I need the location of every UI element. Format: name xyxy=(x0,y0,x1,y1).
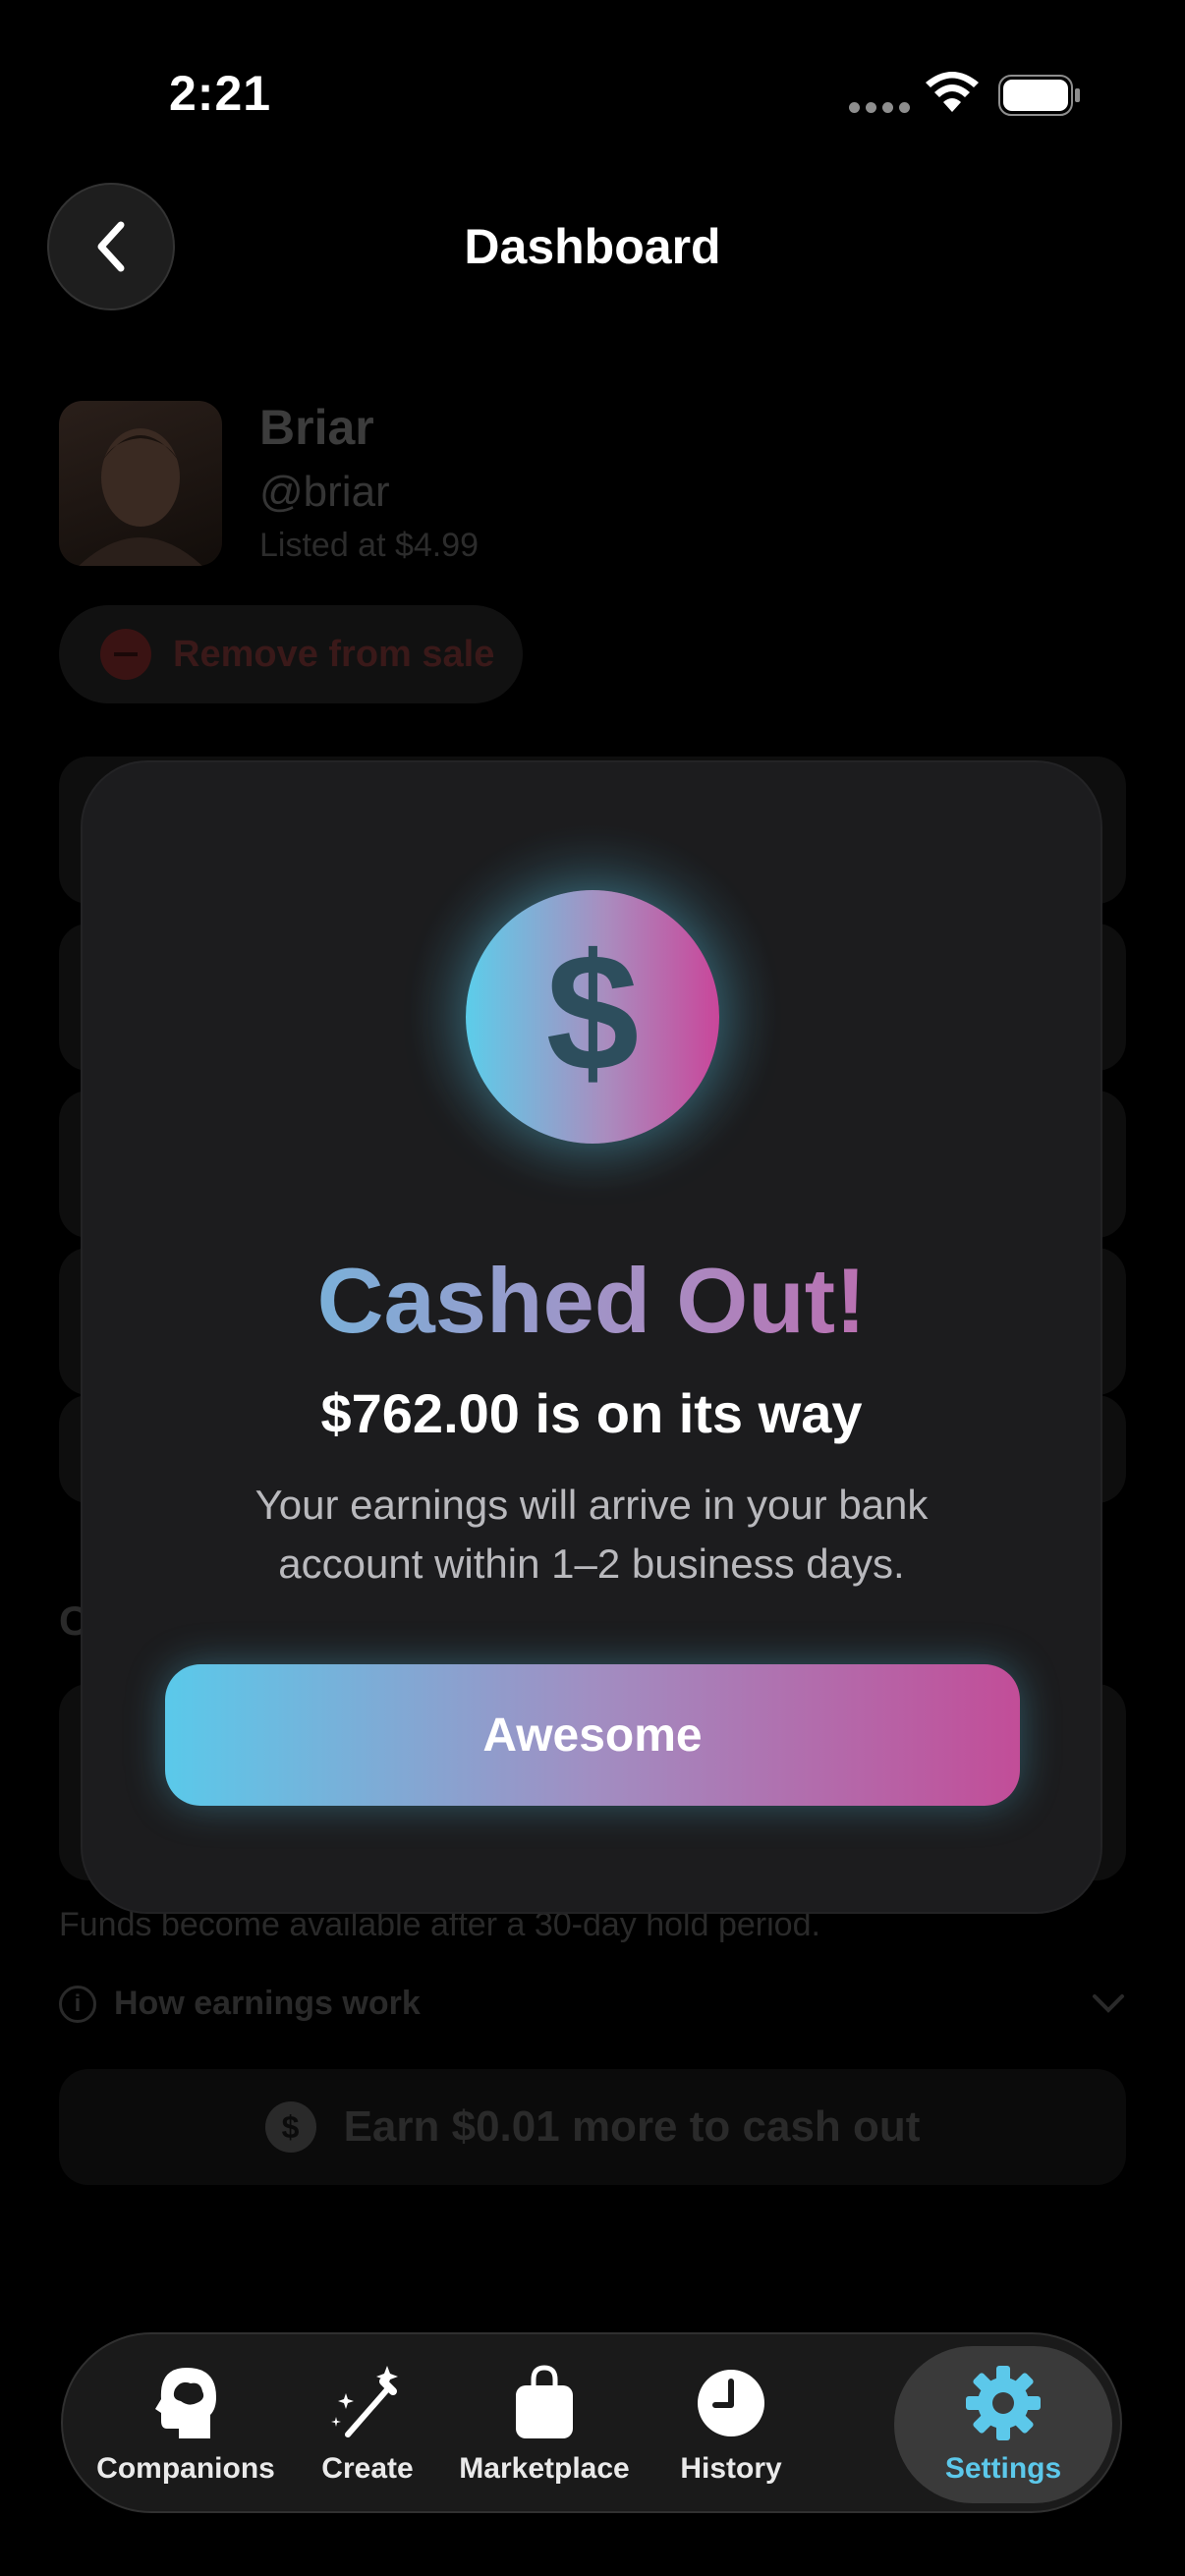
how-earnings-label: How earnings work xyxy=(114,1985,421,2022)
dollar-coin-icon: $ xyxy=(466,890,719,1144)
how-earnings-toggle[interactable]: i How earnings work xyxy=(59,1985,421,2023)
profile-price: Listed at $4.99 xyxy=(259,527,480,564)
tab-bar: Companions Create Marketplace History Se… xyxy=(61,2332,1122,2513)
remove-from-sale-button[interactable]: Remove from sale xyxy=(59,605,523,703)
profile-name: Briar xyxy=(259,400,374,455)
battery-icon xyxy=(998,75,1080,116)
status-time: 2:21 xyxy=(169,66,272,121)
remove-from-sale-label: Remove from sale xyxy=(173,633,495,675)
modal-subtitle: $762.00 is on its way xyxy=(320,1382,863,1444)
gear-icon xyxy=(966,2366,1041,2440)
cellular-signal-icon xyxy=(849,102,910,113)
tab-label: Marketplace xyxy=(459,2452,630,2485)
tab-history[interactable]: History xyxy=(652,2334,810,2515)
info-icon: i xyxy=(59,1985,96,2023)
cash-out-label: Earn $0.01 more to cash out xyxy=(343,2102,921,2151)
tab-companions[interactable]: Companions xyxy=(92,2334,279,2515)
clock-icon xyxy=(698,2370,764,2436)
tab-label: Settings xyxy=(944,2452,1062,2485)
magic-wand-icon xyxy=(331,2366,398,2437)
page-title: Dashboard xyxy=(464,219,721,274)
awesome-button[interactable]: Awesome xyxy=(165,1664,1020,1806)
modal-body: Your earnings will arrive in your bank a… xyxy=(254,1482,929,1587)
head-icon xyxy=(155,2368,216,2438)
cash-out-button[interactable]: $ Earn $0.01 more to cash out xyxy=(59,2069,1126,2185)
tab-create[interactable]: Create xyxy=(299,2334,436,2515)
tab-label: Create xyxy=(321,2452,414,2485)
tab-settings[interactable]: Settings xyxy=(894,2334,1112,2515)
chevron-down-icon xyxy=(1093,1994,1124,2013)
profile-handle: @briar xyxy=(259,468,390,516)
cashed-out-modal: $ Cashed Out! $762.00 is on its way Your… xyxy=(83,762,1100,1912)
minus-circle-icon xyxy=(100,629,151,680)
dollar-coin-icon: $ xyxy=(264,2101,316,2153)
tab-label: History xyxy=(680,2452,782,2485)
avatar xyxy=(59,401,222,566)
modal-title: Cashed Out! xyxy=(83,1248,1100,1354)
wifi-icon xyxy=(926,72,979,112)
tab-label: Companions xyxy=(96,2452,275,2485)
shopping-bag-icon xyxy=(516,2365,573,2438)
tab-marketplace[interactable]: Marketplace xyxy=(456,2334,633,2515)
status-bar: 2:21 xyxy=(0,0,1185,187)
